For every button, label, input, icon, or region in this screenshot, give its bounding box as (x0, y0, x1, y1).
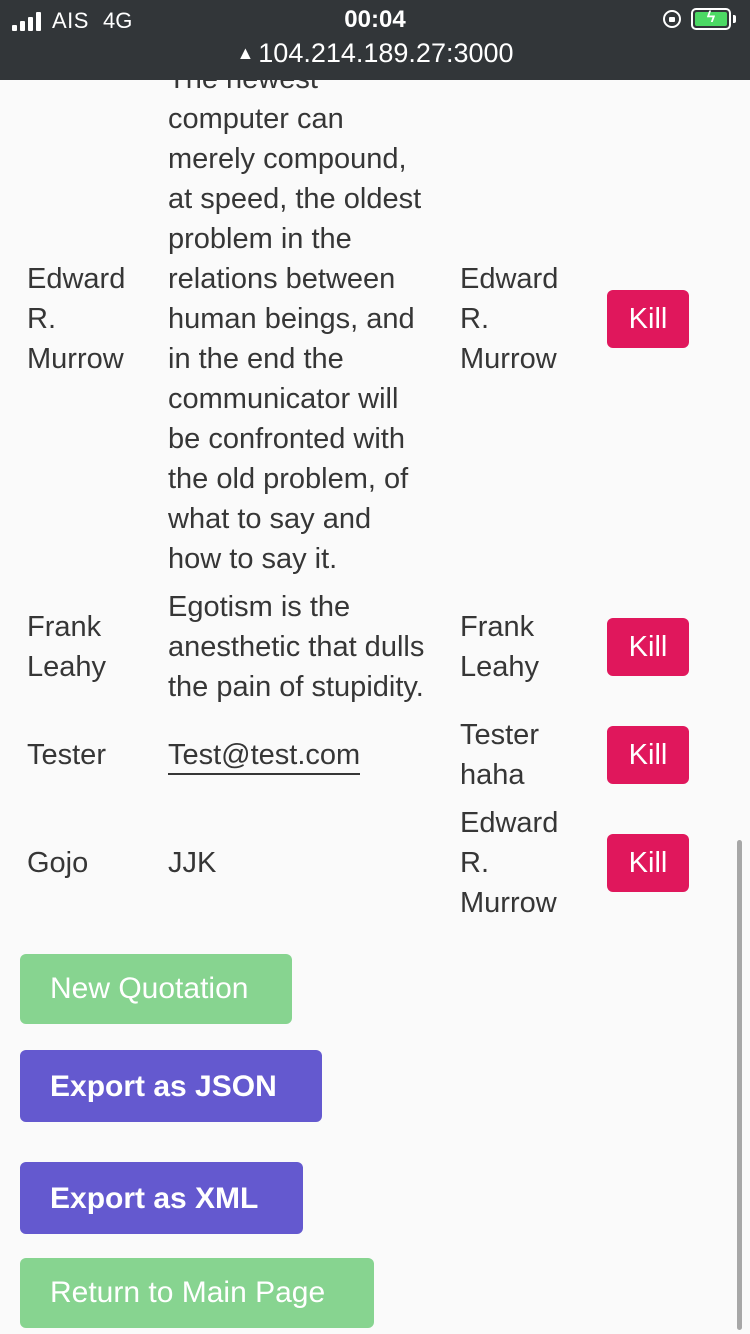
kill-button[interactable]: Kill (607, 726, 689, 784)
table-cell-quote[interactable]: Test@test.com (168, 735, 448, 775)
new-quotation-button[interactable]: New Quotation (20, 954, 292, 1024)
table-cell-added-by: Edward R. Murrow (460, 807, 559, 919)
table-cell-added-by: Tester haha (460, 719, 539, 791)
table-cell-author: Tester (27, 739, 106, 771)
battery-icon: ϟ (691, 8, 731, 30)
charging-bolt-icon: ϟ (706, 9, 716, 26)
table-cell-author: Frank Leahy (27, 611, 107, 683)
export-xml-button[interactable]: Export as XML (20, 1162, 303, 1234)
export-json-button[interactable]: Export as JSON (20, 1050, 322, 1122)
status-time: 00:04 (344, 6, 406, 33)
table-cell-author: Gojo (27, 847, 89, 879)
kill-button[interactable]: Kill (607, 834, 689, 892)
table-cell-added-by: Edward R. Murrow (460, 263, 559, 375)
scrollbar[interactable] (737, 840, 742, 1330)
table-cell-added-by: Frank Leahy (460, 611, 540, 683)
address-bar[interactable]: ▲ 104.214.189.27:3000 (0, 38, 750, 69)
table-cell-quote: Egotism is the anesthetic that dulls the… (168, 591, 425, 703)
table-cell-quote: JJK (168, 847, 217, 879)
kill-button[interactable]: Kill (607, 290, 689, 348)
warning-triangle-icon: ▲ (236, 43, 255, 63)
battery-cap (733, 15, 736, 23)
status-bar: AIS 4G 00:04 ▲ 104.214.189.27:3000 ϟ (0, 0, 750, 80)
url-text: 104.214.189.27:3000 (258, 38, 514, 68)
page-content[interactable]: Edward R. Murrow The newest computer can… (0, 80, 750, 1334)
kill-button[interactable]: Kill (607, 618, 689, 676)
email-link[interactable]: Test@test.com (168, 739, 361, 775)
table-cell-quote: The newest computer can merely compound,… (168, 80, 422, 575)
rotation-lock-icon (663, 10, 681, 28)
return-main-page-button[interactable]: Return to Main Page (20, 1258, 374, 1328)
status-right: ϟ (663, 8, 736, 30)
table-cell-author: Edward R. Murrow (27, 263, 126, 375)
